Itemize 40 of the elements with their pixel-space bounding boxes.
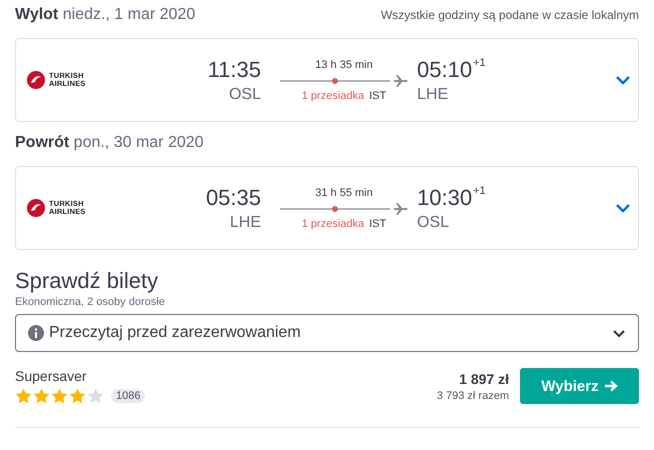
leg-title: Powrót pon., 30 mar 2020 — [15, 134, 204, 152]
total-price: 3 793 zł razem — [436, 390, 509, 402]
star-icon — [15, 388, 32, 404]
star-icon — [87, 388, 104, 404]
bird-logo-icon — [27, 199, 45, 217]
stop-count: 1 przesiadka — [302, 218, 364, 230]
flight-duration: 31 h 55 min — [315, 186, 373, 198]
star-icon — [51, 388, 68, 404]
arrival-time: 05:10 — [417, 56, 472, 82]
day-offset: +1 — [473, 184, 486, 196]
departure-airport: LHE — [228, 214, 261, 232]
star-icon — [33, 388, 50, 404]
arrival-airport: OSL — [417, 214, 450, 232]
timezone-note: Wszystkie godziny są podane w czasie lokalnym — [380, 8, 639, 22]
provider-name: Supersaver — [15, 368, 88, 384]
price: 1 897 zł — [458, 370, 509, 386]
flight-duration: 13 h 35 min — [315, 58, 373, 70]
chevron-down-icon — [615, 75, 631, 85]
departure-airport: OSL — [228, 86, 261, 104]
arrival-airport: LHE — [417, 86, 450, 104]
chevron-down-icon — [612, 328, 626, 338]
plane-icon — [394, 202, 408, 214]
stop-airport: IST — [369, 218, 386, 230]
leg-title: Wylot niedz., 1 mar 2020 — [15, 6, 196, 24]
star-icon — [69, 388, 86, 404]
arrival-time: 10:30 — [417, 184, 472, 210]
section-title: Sprawdź bilety — [15, 268, 160, 294]
departure-time: 05:35 — [204, 184, 261, 210]
info-dropdown[interactable]: Przeczytaj przed zarezerwowaniem — [15, 314, 639, 352]
day-offset: +1 — [473, 56, 486, 68]
review-count: 1086 — [111, 389, 146, 403]
stop-airport: IST — [369, 90, 386, 102]
arrow-right-icon — [604, 380, 618, 392]
fare-class: Ekonomiczna, 2 osoby dorosłe — [15, 296, 166, 308]
chevron-down-icon — [615, 203, 631, 213]
info-icon — [28, 325, 44, 341]
departure-time: 11:35 — [206, 56, 261, 82]
bird-logo-icon — [27, 71, 45, 89]
plane-icon — [394, 74, 408, 86]
stop-count: 1 przesiadka — [302, 90, 364, 102]
